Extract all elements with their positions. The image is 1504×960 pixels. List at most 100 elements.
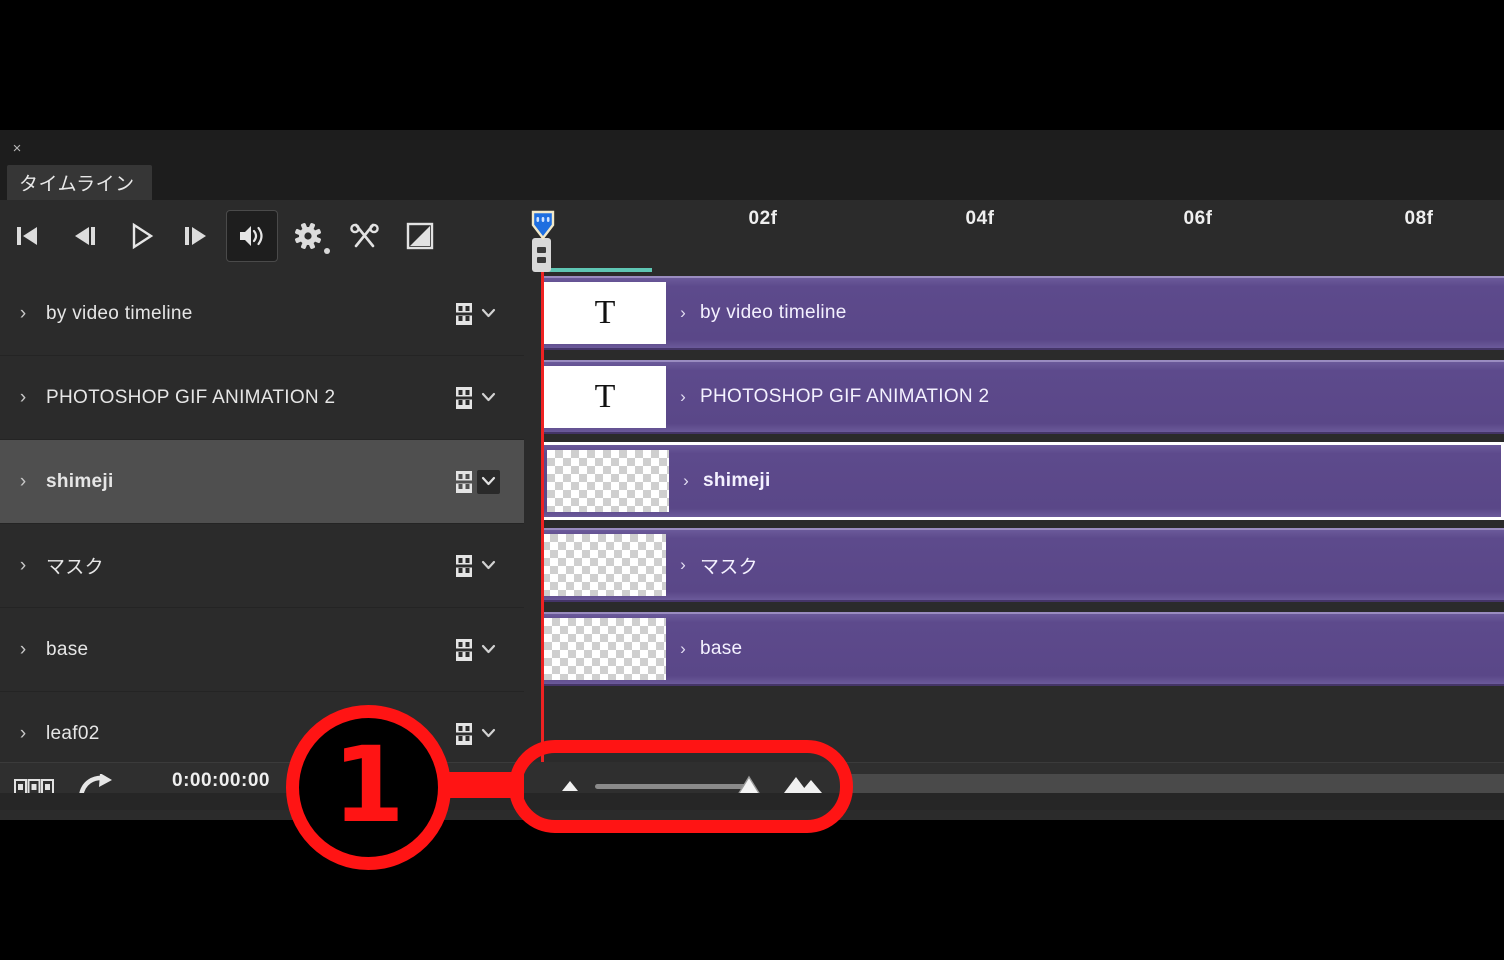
layer-row-4[interactable]: › base (0, 608, 524, 692)
clip-thumbnail-text: T (544, 366, 666, 428)
layer-row-0[interactable]: › by video timeline (0, 272, 524, 356)
chevron-down-icon (481, 644, 496, 653)
split-clip-button[interactable] (336, 210, 392, 262)
clip-thumbnail-transparent (544, 534, 666, 596)
layer-menu-chevron[interactable] (477, 722, 500, 746)
clip-name-label: shimeji (703, 470, 771, 491)
transition-button[interactable] (392, 210, 448, 262)
layer-row-2[interactable]: › shimeji (0, 440, 524, 524)
expand-twisty-icon[interactable]: › (0, 303, 46, 325)
previous-frame-button[interactable] (56, 210, 112, 262)
clip-row-0: T › by video timeline (524, 272, 1504, 356)
layer-name-label: マスク (46, 557, 104, 578)
layer-menu-chevron[interactable] (477, 469, 500, 494)
speaker-icon (240, 226, 263, 246)
film-strip-icon (456, 470, 472, 493)
film-strip-icon (456, 554, 472, 577)
scissors-icon (350, 223, 379, 248)
expand-twisty-icon[interactable]: › (0, 723, 46, 745)
layer-name-label: by video timeline (46, 302, 193, 324)
layer-row-1[interactable]: › PHOTOSHOP GIF ANIMATION 2 (0, 356, 524, 440)
layer-track-controls[interactable] (454, 386, 500, 410)
timeline-clip[interactable]: T › PHOTOSHOP GIF ANIMATION 2 (541, 360, 1504, 434)
grip-line (537, 257, 546, 264)
play-button[interactable] (112, 210, 168, 262)
layer-menu-chevron[interactable] (477, 638, 500, 662)
clip-row-3: › マスク (524, 524, 1504, 608)
timeline-ruler[interactable]: 02f 04f 06f 08f (524, 200, 1504, 272)
chevron-down-icon (481, 308, 496, 317)
layer-row-3[interactable]: › マスク (0, 524, 524, 608)
audio-toggle-button[interactable] (226, 210, 278, 262)
film-strip-icon (456, 638, 472, 661)
expand-twisty-icon[interactable]: › (0, 387, 46, 409)
play-icon (132, 222, 154, 250)
ruler-tick-label: 06f (1183, 208, 1213, 229)
settings-button[interactable] (280, 210, 336, 262)
transition-icon (406, 222, 434, 250)
grip-line (537, 246, 546, 253)
chevron-down-icon (481, 728, 496, 737)
close-icon[interactable]: × (9, 141, 25, 158)
layer-menu-chevron[interactable] (477, 386, 500, 410)
clip-row-1: T › PHOTOSHOP GIF ANIMATION 2 (524, 356, 1504, 440)
clip-name-label: マスク (700, 556, 758, 578)
layer-name-label: leaf02 (46, 722, 100, 744)
layer-menu-chevron[interactable] (477, 554, 500, 578)
timeline-clip[interactable]: › マスク (541, 528, 1504, 602)
layer-track-controls[interactable] (454, 469, 500, 494)
expand-twisty-icon[interactable]: › (0, 639, 46, 661)
go-to-first-frame-button[interactable] (0, 210, 56, 262)
tab-timeline-label: タイムライン (19, 174, 135, 195)
chevron-down-icon (481, 392, 496, 401)
layer-name-label: shimeji (46, 470, 114, 492)
current-timecode[interactable]: 0:00:00:00 (172, 770, 270, 792)
layer-track-controls[interactable] (454, 638, 500, 662)
tab-timeline[interactable]: タイムライン (7, 165, 152, 200)
ruler-tick-label: 08f (1404, 208, 1434, 229)
clip-expand-twisty-icon[interactable]: › (666, 639, 700, 659)
layer-name-label: base (46, 638, 89, 660)
playhead-marker-icon[interactable] (531, 210, 555, 245)
clip-expand-twisty-icon[interactable]: › (666, 387, 700, 407)
next-frame-button[interactable] (168, 210, 224, 262)
clip-thumbnail-transparent (544, 618, 666, 680)
layer-track-controls[interactable] (454, 722, 500, 746)
step-back-icon (75, 227, 95, 245)
chevron-down-icon (481, 560, 496, 569)
chevron-down-icon (481, 476, 496, 485)
clip-expand-twisty-icon[interactable]: › (666, 555, 700, 575)
skip-to-start-icon (17, 227, 37, 245)
zoom-slider-track[interactable] (595, 775, 764, 799)
playhead-line (541, 218, 544, 762)
layer-name-label: PHOTOSHOP GIF ANIMATION 2 (46, 386, 336, 408)
timeline-tracks-area: 02f 04f 06f 08f T › by video timeline T … (524, 200, 1504, 762)
timeline-clip-selected[interactable]: › shimeji (541, 442, 1504, 520)
clip-name-label: PHOTOSHOP GIF ANIMATION 2 (700, 386, 990, 407)
clip-row-2: › shimeji (524, 440, 1504, 524)
panel-footer-strip (0, 793, 1504, 810)
layer-menu-chevron[interactable] (477, 302, 500, 326)
expand-twisty-icon[interactable]: › (0, 471, 46, 493)
layer-track-controls[interactable] (454, 554, 500, 578)
gear-icon (295, 223, 321, 249)
clip-name-label: by video timeline (700, 302, 847, 323)
film-strip-icon (456, 386, 472, 409)
clip-expand-twisty-icon[interactable]: › (666, 303, 700, 323)
timeline-clip[interactable]: › base (541, 612, 1504, 686)
layer-track-controls[interactable] (454, 302, 500, 326)
playback-toolbar (0, 200, 524, 272)
clip-thumbnail-text: T (544, 282, 666, 344)
horizontal-scrollbar[interactable] (845, 774, 1504, 793)
timeline-clip[interactable]: T › by video timeline (541, 276, 1504, 350)
expand-twisty-icon[interactable]: › (0, 555, 46, 577)
ruler-tick-label: 04f (965, 208, 995, 229)
clip-thumbnail-transparent (547, 450, 669, 512)
clip-row-4: › base (524, 608, 1504, 692)
settings-dot-icon (324, 248, 330, 254)
clip-expand-twisty-icon[interactable]: › (669, 471, 703, 491)
step-forward-icon (185, 227, 206, 245)
layer-list: › by video timeline › PHOTOSHOP GIF ANIM… (0, 272, 524, 776)
screenshot-root: × タイムライン › by video timeline › PHOTOSHOP… (0, 0, 1504, 960)
film-strip-icon (456, 302, 472, 325)
